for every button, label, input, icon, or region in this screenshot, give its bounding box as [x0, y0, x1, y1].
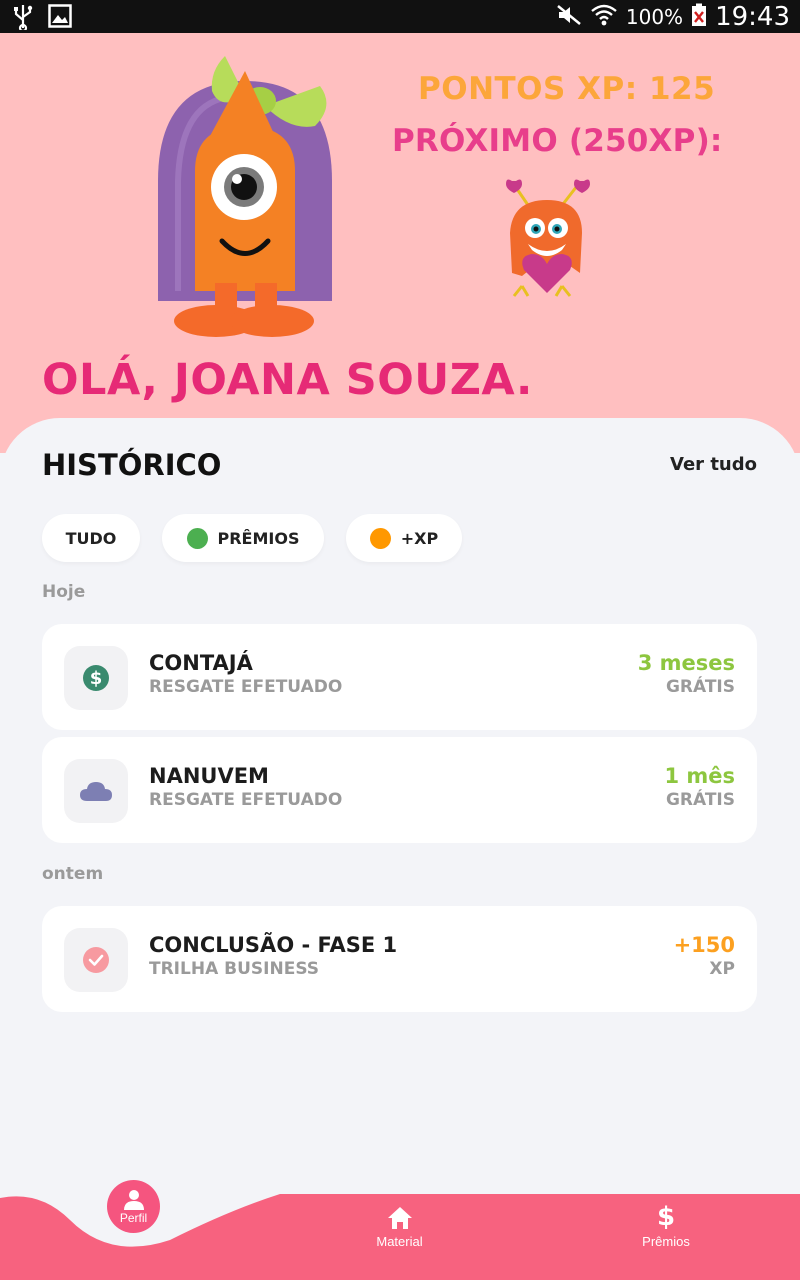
history-item[interactable]: $ CONTAJÁ RESGATE EFETUADO 3 meses GRÁTI… — [42, 624, 757, 730]
mute-icon — [556, 4, 582, 30]
next-level-label: PRÓXIMO (250XP): — [392, 123, 723, 159]
history-item[interactable]: CONCLUSÃO - FASE 1 TRILHA BUSINESS +150 … — [42, 906, 757, 1012]
dollar-icon: $ — [656, 1202, 676, 1232]
green-dot-icon — [186, 527, 208, 549]
xp-points: PONTOS XP: 125 — [418, 71, 716, 107]
status-bar: 100% 19:43 — [0, 0, 800, 33]
item-value: +150 — [673, 933, 735, 957]
svg-text:$: $ — [90, 668, 103, 689]
item-value: 1 mês — [664, 764, 735, 788]
nav-label: Prêmios — [642, 1234, 690, 1249]
nav-label: Material — [376, 1234, 423, 1249]
nav-profile-button[interactable]: Perfil — [107, 1180, 160, 1233]
dollar-circle-icon: $ — [64, 646, 128, 710]
orange-dot-icon — [369, 527, 391, 549]
nav-material-button[interactable]: Material — [372, 1206, 427, 1249]
item-subtitle: RESGATE EFETUADO — [149, 790, 343, 810]
filter-xp-chip[interactable]: +XP — [346, 514, 462, 562]
item-subtitle: RESGATE EFETUADO — [149, 677, 343, 697]
usb-icon — [12, 4, 34, 35]
image-icon — [48, 4, 72, 35]
filter-prizes-chip[interactable]: PRÊMIOS — [162, 514, 324, 562]
next-reward-monster-illustration — [500, 178, 595, 308]
day-label-today: Hoje — [42, 582, 86, 602]
filter-all-chip[interactable]: TUDO — [42, 514, 140, 562]
nav-prizes-button[interactable]: $ Prêmios — [636, 1204, 696, 1249]
person-icon — [123, 1189, 144, 1210]
cloud-icon — [64, 759, 128, 823]
greeting-text: OLÁ, JOANA SOUZA. — [42, 355, 533, 405]
home-icon — [387, 1207, 412, 1229]
item-title: CONCLUSÃO - FASE 1 — [149, 933, 398, 957]
filter-label: PRÊMIOS — [217, 528, 300, 548]
see-all-link[interactable]: Ver tudo — [670, 454, 757, 475]
section-title: HISTÓRICO — [42, 448, 222, 482]
battery-percent: 100% — [625, 5, 684, 29]
item-title: CONTAJÁ — [149, 651, 253, 675]
item-unit: XP — [709, 959, 735, 979]
item-title: NANUVEM — [149, 764, 269, 788]
filter-label: +XP — [400, 528, 439, 548]
avatar-monster-illustration — [150, 51, 340, 346]
check-circle-icon — [64, 928, 128, 992]
battery-icon — [691, 3, 707, 31]
day-label-yesterday: ontem — [42, 864, 104, 884]
wifi-icon — [590, 3, 618, 31]
history-item[interactable]: NANUVEM RESGATE EFETUADO 1 mês GRÁTIS — [42, 737, 757, 843]
profile-header: PONTOS XP: 125 PRÓXIMO (250XP): OLÁ, JOA… — [0, 33, 800, 453]
item-unit: GRÁTIS — [665, 677, 735, 697]
filter-label: TUDO — [65, 528, 117, 548]
item-unit: GRÁTIS — [665, 790, 735, 810]
nav-label: Perfil — [119, 1210, 148, 1225]
item-subtitle: TRILHA BUSINESS — [149, 959, 320, 979]
history-panel: HISTÓRICO Ver tudo TUDO PRÊMIOS +XP Hoje… — [0, 418, 800, 1218]
clock: 19:43 — [715, 2, 790, 32]
item-value: 3 meses — [637, 651, 735, 675]
